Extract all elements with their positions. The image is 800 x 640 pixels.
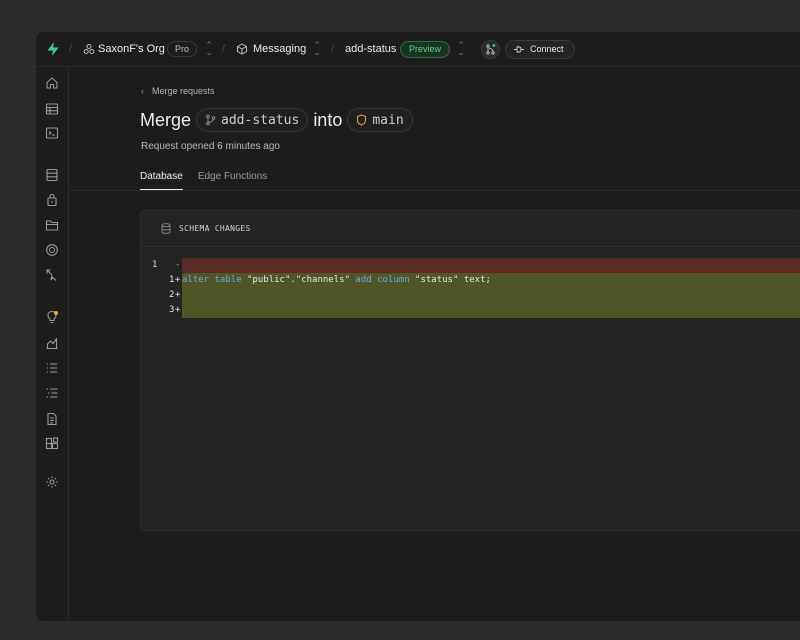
storage-icon[interactable] — [45, 218, 59, 232]
schema-changes-panel: SCHEMA CHANGES 1 - 1 + alter table "publ… — [140, 210, 800, 531]
request-subtitle: Request opened 6 minutes ago — [141, 141, 280, 152]
sql-keyword: table — [214, 275, 242, 285]
org-icon — [83, 44, 95, 54]
diff-marker: - — [175, 260, 181, 270]
database-icon[interactable] — [45, 168, 59, 182]
top-bar: / SaxonF's Org Pro ⌃ ⌄ / Messaging ⌃ ⌄ / a… — [36, 32, 800, 67]
project-switcher-chevron-icon[interactable]: ⌃ ⌄ — [312, 41, 322, 57]
page-title: Merge add-status into main — [140, 108, 418, 132]
reports-icon[interactable] — [45, 336, 59, 350]
connect-label: Connect — [530, 44, 564, 54]
sql-token: "status" — [415, 275, 459, 285]
advisors-icon[interactable] — [45, 310, 59, 324]
sql-keyword: column — [377, 275, 410, 285]
settings-icon[interactable] — [45, 475, 59, 489]
back-link[interactable]: ‹ Merge requests — [141, 86, 215, 96]
diff-line-bg — [182, 258, 800, 273]
diff-line-added: 2 + — [141, 288, 800, 303]
preview-badge: Preview — [400, 41, 451, 58]
diff-line-added: 3 + — [141, 303, 800, 318]
tabs-divider — [70, 190, 800, 191]
old-line-number: 1 — [152, 260, 158, 270]
branches-button[interactable] — [481, 40, 500, 59]
auth-icon[interactable] — [45, 193, 59, 207]
breadcrumb-separator: / — [69, 43, 73, 55]
diff-line-bg — [182, 303, 800, 318]
plug-icon — [514, 46, 524, 53]
sql-token: "public"."channels" — [247, 275, 350, 285]
home-icon[interactable] — [45, 76, 59, 90]
diff-code: alter table "public"."channels" add colu… — [182, 273, 491, 288]
diff-viewer[interactable]: 1 - 1 + alter table "public"."channels" … — [141, 258, 800, 318]
title-merge: Merge — [140, 109, 192, 130]
diff-marker: + — [175, 275, 181, 285]
tab-database[interactable]: Database — [140, 171, 183, 190]
sql-editor-icon[interactable] — [45, 126, 59, 140]
diff-marker: + — [175, 305, 181, 315]
breadcrumb-separator: / — [331, 43, 335, 55]
sql-token: text; — [463, 275, 491, 285]
branch-name[interactable]: add-status — [345, 43, 396, 55]
breadcrumb-separator: / — [222, 43, 226, 55]
diff-line-added: 1 + alter table "public"."channels" add … — [141, 273, 800, 288]
main-content: ‹ Merge requests Merge add-status into ma… — [70, 68, 800, 621]
plan-badge: Pro — [167, 41, 198, 57]
source-branch-name: add-status — [221, 112, 300, 128]
tab-edge-functions[interactable]: Edge Functions — [198, 171, 268, 190]
target-branch-pill[interactable]: main — [347, 108, 413, 132]
app-window: / SaxonF's Org Pro ⌃ ⌄ / Messaging ⌃ ⌄ / a… — [35, 31, 800, 621]
schema-changes-header: SCHEMA CHANGES — [141, 211, 800, 247]
new-line-number: 1 — [169, 275, 175, 285]
sidebar — [36, 67, 69, 621]
table-editor-icon[interactable] — [45, 102, 59, 116]
diff-line-bg — [182, 288, 800, 303]
org-switcher-chevron-icon[interactable]: ⌃ ⌄ — [204, 41, 214, 57]
realtime-icon[interactable] — [45, 243, 59, 257]
org-name[interactable]: SaxonF's Org — [98, 43, 165, 55]
diff-marker: + — [175, 290, 181, 300]
docs-icon[interactable] — [45, 412, 59, 426]
sql-keyword: alter — [182, 275, 210, 285]
project-icon — [237, 43, 247, 55]
schema-changes-title: SCHEMA CHANGES — [179, 224, 251, 233]
tabs: Database Edge Functions — [140, 171, 282, 190]
title-into: into — [313, 109, 343, 130]
git-branch-icon — [486, 44, 496, 55]
api-docs-icon[interactable] — [45, 386, 59, 400]
shield-icon — [357, 114, 367, 126]
branch-switcher-chevron-icon[interactable]: ⌃ ⌄ — [456, 41, 466, 57]
logs-icon[interactable] — [45, 361, 59, 375]
new-line-number: 3 — [169, 305, 175, 315]
edge-functions-icon[interactable] — [45, 268, 59, 282]
chevron-left-icon: ‹ — [141, 86, 144, 96]
connect-button[interactable]: Connect — [505, 40, 575, 59]
new-line-number: 2 — [169, 290, 175, 300]
git-branch-icon — [206, 114, 216, 126]
supabase-logo-icon[interactable] — [45, 41, 61, 57]
target-branch-name: main — [372, 112, 404, 128]
back-link-label: Merge requests — [152, 86, 215, 96]
database-icon — [161, 223, 171, 234]
sql-keyword: add — [355, 275, 372, 285]
project-name[interactable]: Messaging — [253, 43, 306, 55]
integrations-icon[interactable] — [45, 437, 59, 451]
diff-line-deleted: 1 - — [141, 258, 800, 273]
source-branch-pill[interactable]: add-status — [196, 108, 309, 132]
